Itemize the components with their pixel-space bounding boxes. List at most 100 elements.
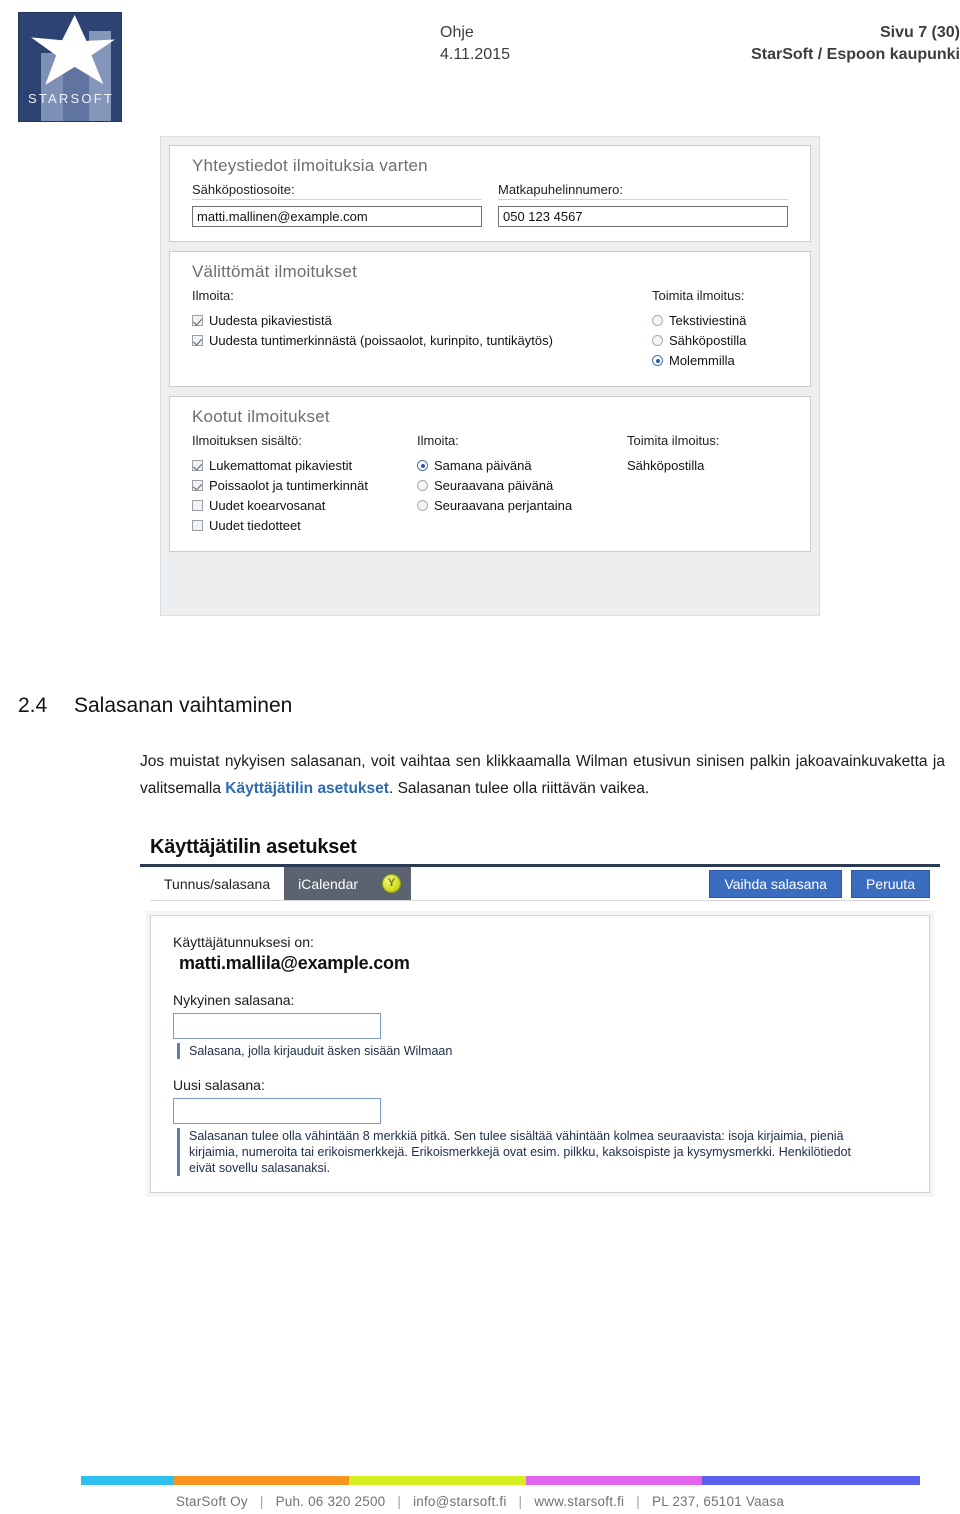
checkbox-icon[interactable] <box>192 460 203 471</box>
checkbox-label: Uudet tiedotteet <box>209 518 301 533</box>
immediate-notify-column: Ilmoita: Uudesta pikaviestistä Uudesta t… <box>192 288 652 372</box>
screenshot-account-settings: Käyttäjätilin asetukset Tunnus/salasana … <box>140 836 940 1226</box>
radio-label: Molemmilla <box>669 353 735 368</box>
panel-digest-title: Kootut ilmoitukset <box>192 407 330 426</box>
email-input[interactable] <box>192 206 482 227</box>
immediate-deliver-column: Toimita ilmoitus: Tekstiviestinä Sähköpo… <box>652 288 746 372</box>
footer-separator: | <box>397 1494 402 1509</box>
footer-email[interactable]: info@starsoft.fi <box>413 1494 506 1509</box>
radio-icon[interactable] <box>417 460 428 471</box>
header-organization: StarSoft / Espoon kaupunki <box>751 46 960 63</box>
checkbox-row[interactable]: Uudet tiedotteet <box>192 517 417 535</box>
header-page-number: Sivu 7 (30) <box>879 24 960 41</box>
username-value: matti.mallila@example.com <box>179 953 410 973</box>
checkbox-icon[interactable] <box>192 480 203 491</box>
footer-separator: | <box>518 1494 523 1509</box>
header-doc-type: Ohje <box>440 24 474 41</box>
footer-bar-segment <box>701 1476 920 1485</box>
footer-separator: | <box>636 1494 640 1509</box>
checkbox-row[interactable]: Uudesta pikaviestistä <box>192 312 652 330</box>
phone-field-group: Matkapuhelinnumero: <box>498 182 788 227</box>
radio-row[interactable]: Sähköpostilla <box>652 332 746 350</box>
radio-icon[interactable] <box>417 480 428 491</box>
digest-notify-header: Ilmoita: <box>417 433 459 448</box>
paragraph-link[interactable]: Käyttäjätilin asetukset <box>225 780 389 797</box>
account-tab-bar: Tunnus/salasana iCalendar Y Vaihda salas… <box>140 864 940 900</box>
help-badge-container[interactable]: Y <box>372 867 412 900</box>
paragraph-part-2: . Salasanan tulee olla riittävän vaikea. <box>388 780 650 797</box>
password-change-form: Käyttäjätunnuksesi on: matti.mallila@exa… <box>150 915 930 1193</box>
digest-deliver-value: Sähköpostilla <box>627 458 705 473</box>
footer-company: StarSoft Oy <box>175 1494 248 1509</box>
footer-bar-segment <box>525 1476 702 1485</box>
checkbox-icon[interactable] <box>192 520 203 531</box>
checkbox-label: Lukemattomat pikaviestit <box>209 458 353 473</box>
phone-label: Matkapuhelinnumero: <box>498 182 788 200</box>
section-title: Salasanan vaihtaminen <box>74 694 293 717</box>
footer-bar-segment <box>81 1476 174 1485</box>
digest-content-header: Ilmoituksen sisältö: <box>192 433 302 448</box>
new-password-hint: Salasanan tulee olla vähintään 8 merkkiä… <box>177 1128 877 1176</box>
checkbox-label: Uudesta pikaviestistä <box>209 313 332 328</box>
radio-label: Tekstiviestinä <box>669 313 747 328</box>
panel-immediate-title: Välittömät ilmoitukset <box>192 262 358 281</box>
immediate-notify-header: Ilmoita: <box>192 288 234 303</box>
radio-label: Samana päivänä <box>434 458 532 473</box>
current-password-input[interactable] <box>173 1013 381 1039</box>
footer-address: PL 237, 65101 Vaasa <box>651 1494 785 1509</box>
checkbox-row[interactable]: Lukemattomat pikaviestit <box>192 457 417 475</box>
section-paragraph: Jos muistat nykyisen salasanan, voit vai… <box>140 748 945 802</box>
radio-icon[interactable] <box>652 335 663 346</box>
account-settings-title: Käyttäjätilin asetukset <box>150 836 357 858</box>
radio-row[interactable]: Seuraavana päivänä <box>417 477 627 495</box>
checkbox-label: Uudet koearvosanat <box>209 498 326 513</box>
section-number: 2.4 <box>18 694 48 717</box>
panel-contact-info: Yhteystiedot ilmoituksia varten Sähköpos… <box>169 145 811 242</box>
immediate-deliver-header: Toimita ilmoitus: <box>652 288 745 303</box>
tabbar-divider <box>150 900 930 901</box>
footer-color-bar <box>81 1476 920 1485</box>
checkbox-label: Poissaolot ja tuntimerkinnät <box>209 478 368 493</box>
checkbox-row[interactable]: Uudesta tuntimerkinnästä (poissaolot, ku… <box>192 332 652 350</box>
tab-icalendar[interactable]: iCalendar <box>284 867 373 900</box>
radio-label: Sähköpostilla <box>669 333 747 348</box>
starsoft-logo: STARSOFT <box>18 12 122 122</box>
new-password-input[interactable] <box>173 1098 381 1124</box>
tab-tunnus-salasana[interactable]: Tunnus/salasana <box>150 867 285 900</box>
footer-separator: | <box>259 1494 264 1509</box>
footer-website[interactable]: www.starsoft.fi <box>534 1494 624 1509</box>
radio-row[interactable]: Samana päivänä <box>417 457 627 475</box>
radio-label: Seuraavana perjantaina <box>434 498 573 513</box>
checkbox-icon[interactable] <box>192 315 203 326</box>
checkbox-icon[interactable] <box>192 500 203 511</box>
digest-notify-column: Ilmoita: Samana päivänä Seuraavana päivä… <box>417 433 627 537</box>
header-center-block: Ohje 4.11.2015 <box>440 22 510 66</box>
section-heading: 2.4 Salasanan vaihtaminen <box>18 694 518 718</box>
radio-row[interactable]: Molemmilla <box>652 352 746 370</box>
checkbox-row[interactable]: Uudet koearvosanat <box>192 497 417 515</box>
checkbox-row[interactable]: Poissaolot ja tuntimerkinnät <box>192 477 417 495</box>
digest-deliver-header: Toimita ilmoitus: <box>627 433 720 448</box>
radio-icon[interactable] <box>417 500 428 511</box>
screenshot-notification-settings: Yhteystiedot ilmoituksia varten Sähköpos… <box>160 136 820 616</box>
username-label: Käyttäjätunnuksesi on: <box>173 934 314 950</box>
new-password-label: Uusi salasana: <box>173 1077 265 1093</box>
header-right-block: Sivu 7 (30) StarSoft / Espoon kaupunki <box>510 22 960 66</box>
checkbox-icon[interactable] <box>192 335 203 346</box>
footer-bar-segment <box>349 1476 526 1485</box>
change-password-button[interactable]: Vaihda salasana <box>709 869 842 898</box>
tab-label: Tunnus/salasana <box>164 875 271 892</box>
radio-icon[interactable] <box>652 315 663 326</box>
panel-digest-notifications: Kootut ilmoitukset Ilmoituksen sisältö: … <box>169 396 811 552</box>
digest-deliver-column: Toimita ilmoitus: Sähköpostilla <box>627 433 719 537</box>
cancel-button[interactable]: Peruuta <box>850 869 930 898</box>
radio-row[interactable]: Tekstiviestinä <box>652 312 746 330</box>
document-header: STARSOFT Ohje 4.11.2015 Sivu 7 (30) Star… <box>0 0 960 130</box>
wilma-badge-icon[interactable]: Y <box>382 874 402 893</box>
radio-row[interactable]: Seuraavana perjantaina <box>417 497 627 515</box>
email-label: Sähköpostiosoite: <box>192 182 482 200</box>
radio-icon[interactable] <box>652 355 663 366</box>
email-field-group: Sähköpostiosoite: <box>192 182 482 227</box>
phone-input[interactable] <box>498 206 788 227</box>
header-date: 4.11.2015 <box>440 46 510 63</box>
